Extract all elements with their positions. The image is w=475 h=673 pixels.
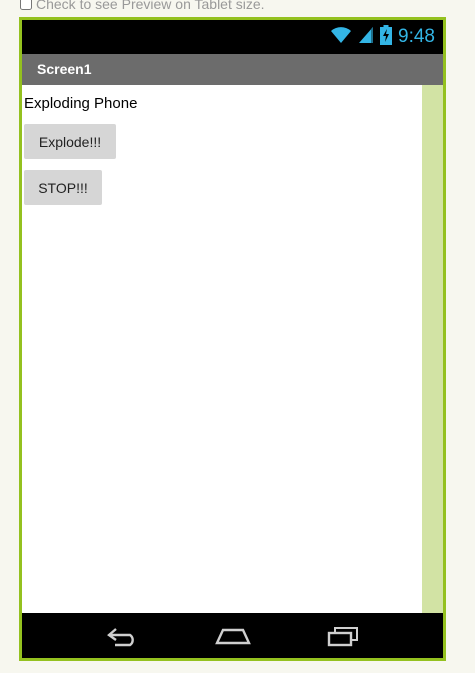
back-icon[interactable]: [103, 623, 143, 649]
app-label: Exploding Phone: [24, 95, 138, 112]
tablet-preview-toggle[interactable]: Check to see Preview on Tablet size.: [20, 0, 265, 14]
home-icon[interactable]: [213, 623, 253, 649]
battery-charging-icon: [380, 24, 393, 50]
screen-title: Screen1: [37, 61, 92, 77]
nav-bar: [22, 613, 443, 658]
status-bar: 9:48: [22, 20, 443, 54]
signal-icon: [358, 26, 374, 49]
tablet-preview-checkbox[interactable]: [20, 0, 32, 10]
scroll-strip: [422, 85, 443, 613]
recents-icon[interactable]: [323, 623, 363, 649]
phone-preview: 9:48 Screen1 Exploding Phone Explode!!! …: [19, 17, 446, 661]
screen-title-bar: Screen1: [22, 54, 443, 85]
screen-content: Exploding Phone Explode!!! STOP!!!: [22, 85, 422, 613]
status-time: 9:48: [398, 26, 435, 47]
explode-button[interactable]: Explode!!!: [24, 124, 116, 159]
tablet-preview-label: Check to see Preview on Tablet size.: [36, 0, 265, 12]
stop-button[interactable]: STOP!!!: [24, 170, 102, 205]
status-icons: 9:48: [330, 20, 435, 54]
wifi-icon: [330, 26, 352, 49]
